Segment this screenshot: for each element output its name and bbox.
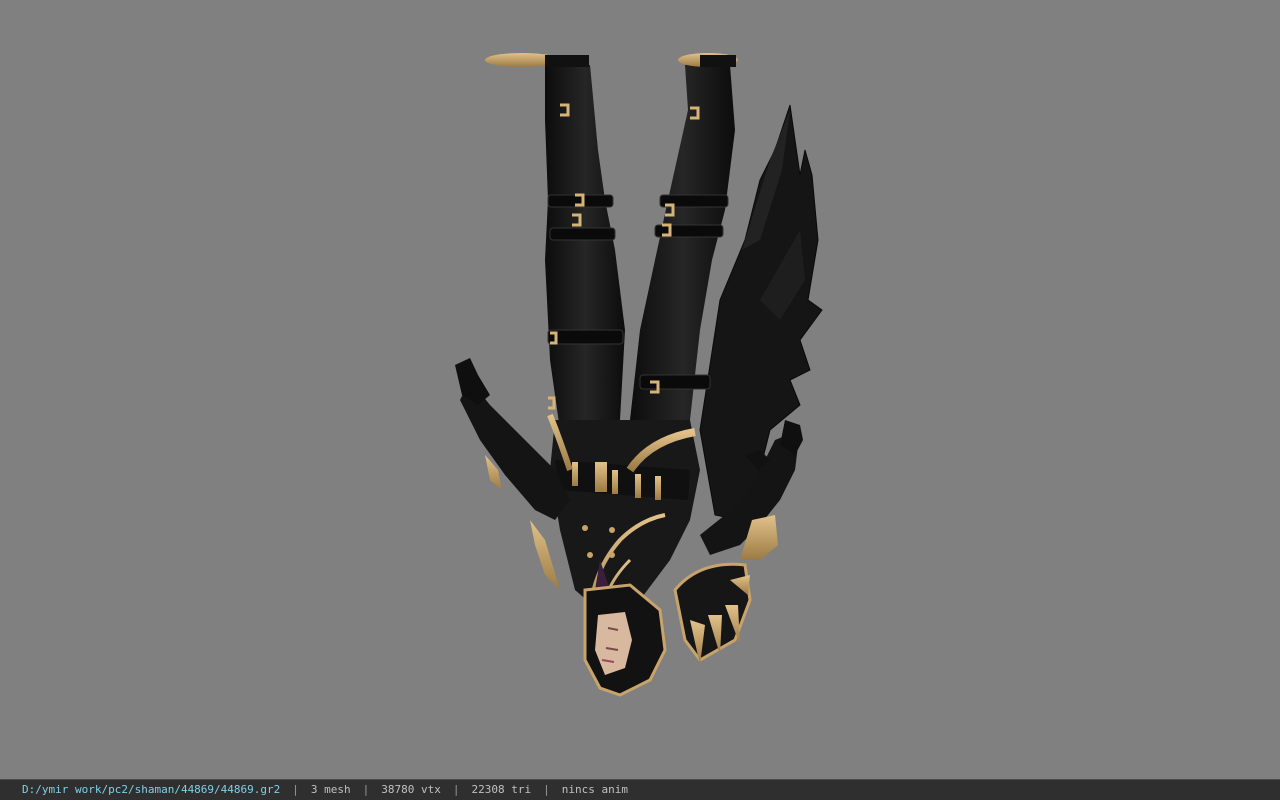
mesh-count-label: 3 mesh	[310, 783, 351, 796]
animation-status-label: nincs anim	[561, 783, 628, 796]
file-path-label: D:/ymir work/pc2/shaman/44869/44869.gr2	[22, 783, 281, 796]
status-separator: |	[362, 783, 370, 796]
status-separator: |	[543, 783, 550, 796]
triangle-count-label: 22308 tri	[471, 783, 532, 796]
character-model-render	[455, 53, 823, 697]
vertex-count-label: 38780 vtx	[381, 783, 441, 796]
left-leg	[545, 65, 625, 430]
status-separator: |	[452, 783, 460, 796]
status-separator: |	[292, 783, 299, 796]
status-bar: D:/ymir work/pc2/shaman/44869/44869.gr2 |…	[0, 779, 1280, 800]
model-viewport[interactable]	[0, 0, 1280, 779]
